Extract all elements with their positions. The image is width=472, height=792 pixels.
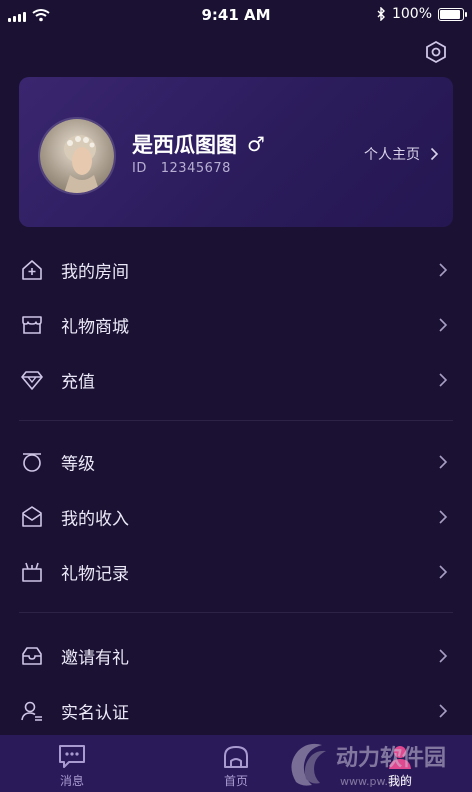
watermark-subtext: www.pw.com	[340, 775, 411, 788]
avatar[interactable]	[38, 117, 116, 195]
profile-name: 是西瓜图图 ♂	[132, 129, 265, 159]
user-id: ID 12345678	[132, 161, 231, 176]
user-id-value: 12345678	[160, 161, 231, 176]
menu-item-real-name-verification[interactable]: 实名认证	[0, 683, 472, 739]
menu-item-recharge[interactable]: 充值	[0, 352, 472, 408]
income-envelope-icon	[22, 506, 42, 527]
status-right: 100%	[376, 6, 467, 22]
menu-label: 实名认证	[61, 703, 129, 724]
watermark-text: 动力软件园	[336, 745, 446, 771]
divider	[19, 612, 453, 613]
menu-item-level[interactable]: 等级	[0, 434, 472, 490]
user-verify-icon	[21, 701, 42, 721]
menu-label: 充值	[61, 372, 95, 393]
menu-item-invite-gift[interactable]: 邀请有礼	[0, 628, 472, 684]
chevron-right-icon	[439, 318, 448, 332]
diamond-icon	[21, 371, 43, 390]
chevron-right-icon	[439, 704, 448, 718]
menu-label: 邀请有礼	[61, 648, 129, 669]
level-icon	[23, 453, 41, 472]
chevron-right-icon	[439, 373, 448, 387]
divider	[19, 420, 453, 421]
battery-icon	[438, 7, 467, 21]
homepage-link[interactable]: 个人主页	[364, 144, 439, 164]
profile-card[interactable]: 是西瓜图图 ♂ ID 12345678 个人主页	[19, 77, 453, 227]
menu-item-my-room[interactable]: 我的房间	[0, 242, 472, 298]
bluetooth-icon	[377, 7, 385, 21]
tab-label: 消息	[59, 774, 84, 788]
menu-label: 礼物商城	[61, 317, 129, 338]
message-icon	[59, 745, 85, 768]
user-id-label: ID	[132, 161, 147, 176]
homepage-link-label: 个人主页	[364, 147, 420, 163]
chevron-right-icon	[439, 455, 448, 469]
menu-label: 礼物记录	[61, 564, 129, 585]
settings-hexagon-icon[interactable]	[424, 40, 448, 64]
menu-item-gift-records[interactable]: 礼物记录	[0, 544, 472, 600]
chevron-right-icon	[439, 565, 448, 579]
tab-bar: 消息 首页 我的 动力软件园 www.pw.com	[0, 735, 472, 792]
male-gender-icon: ♂	[247, 132, 265, 156]
house-plus-icon	[22, 260, 42, 280]
tab-home[interactable]: 首页	[191, 735, 281, 792]
username: 是西瓜图图	[132, 133, 237, 157]
gift-basket-icon	[22, 562, 42, 582]
watermark: 动力软件园 www.pw.com	[291, 743, 446, 788]
store-icon	[22, 316, 42, 334]
menu-label: 等级	[61, 454, 95, 475]
menu-label: 我的房间	[61, 262, 129, 283]
menu-label: 我的收入	[61, 509, 129, 530]
tab-label: 首页	[223, 774, 248, 788]
chevron-right-icon	[439, 510, 448, 524]
battery-percent: 100%	[391, 6, 432, 22]
chevron-right-icon	[439, 263, 448, 277]
menu-item-my-income[interactable]: 我的收入	[0, 489, 472, 545]
chevron-right-icon	[439, 649, 448, 663]
home-icon	[224, 746, 248, 768]
tab-messages[interactable]: 消息	[27, 735, 117, 792]
menu-item-gift-store[interactable]: 礼物商城	[0, 297, 472, 353]
status-bar: 9:41 AM 100%	[0, 0, 472, 30]
chevron-right-icon	[430, 147, 439, 161]
invite-inbox-icon	[22, 647, 42, 665]
